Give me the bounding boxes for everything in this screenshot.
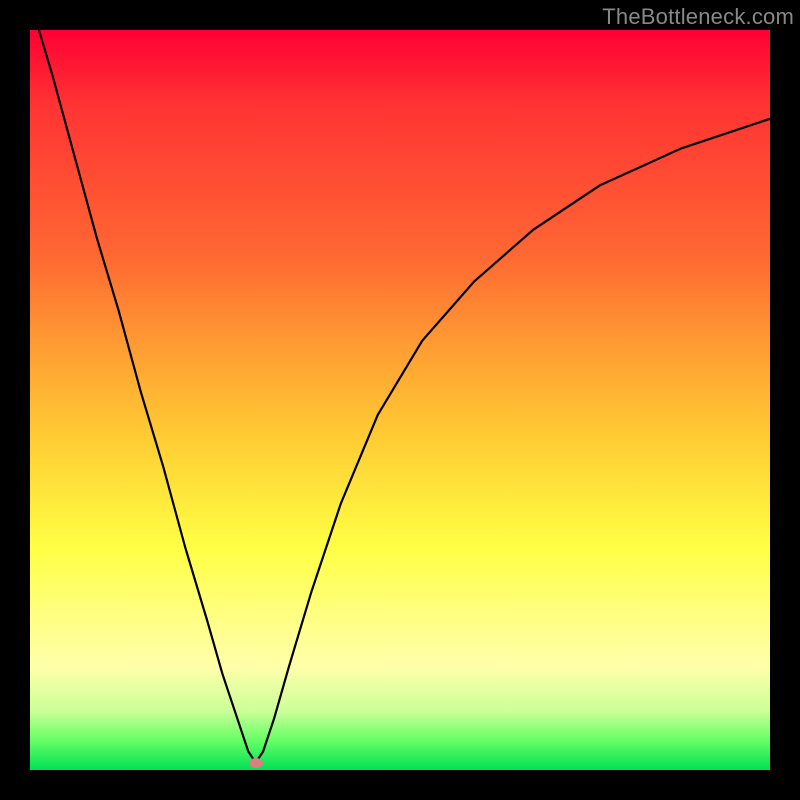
curve-path: [30, 30, 770, 763]
watermark-label: TheBottleneck.com: [602, 4, 794, 30]
bottleneck-curve: [30, 30, 770, 770]
optimum-marker-icon: [249, 758, 263, 768]
chart-frame: TheBottleneck.com: [0, 0, 800, 800]
plot-area: [30, 30, 770, 770]
